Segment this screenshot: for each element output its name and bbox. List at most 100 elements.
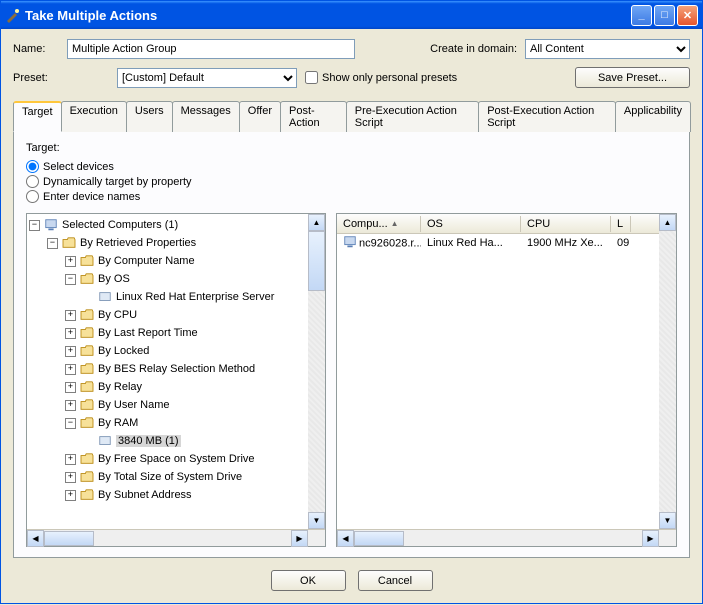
tree-vscroll-thumb[interactable] (308, 231, 325, 291)
tab-messages[interactable]: Messages (172, 101, 240, 132)
expand-icon[interactable]: + (65, 472, 76, 483)
table-row[interactable]: nc926028.r...Linux Red Ha...1900 MHz Xe.… (337, 234, 659, 252)
expand-icon[interactable]: + (65, 454, 76, 465)
tree-node[interactable]: −Selected Computers (1) (29, 216, 306, 234)
collapse-icon[interactable]: − (29, 220, 40, 231)
tab-users[interactable]: Users (126, 101, 173, 132)
folder-icon (79, 469, 95, 485)
target-radio-0[interactable]: Select devices (26, 160, 677, 173)
show-personal-checkbox-input[interactable] (305, 71, 318, 84)
scroll-down-icon[interactable]: ▼ (308, 512, 325, 529)
scroll-right-icon[interactable]: ▶ (291, 530, 308, 547)
tree-node[interactable]: + By Subnet Address (29, 486, 306, 504)
scroll-down-icon[interactable]: ▼ (659, 512, 676, 529)
tree-node[interactable]: +By Relay (29, 378, 306, 396)
tree-node[interactable]: Linux Red Hat Enterprise Server (29, 288, 306, 306)
tab-bar: TargetExecutionUsersMessagesOfferPost-Ac… (13, 101, 690, 132)
expand-icon[interactable]: + (65, 346, 76, 357)
table-hscroll[interactable]: ◀ ▶ (337, 529, 676, 546)
tree-hscroll-thumb[interactable] (44, 531, 94, 546)
tree-hscroll[interactable]: ◀ ▶ (27, 529, 325, 546)
tree-node[interactable]: −By OS (29, 270, 306, 288)
scroll-right-icon[interactable]: ▶ (642, 530, 659, 547)
domain-label: Create in domain: (430, 43, 517, 55)
tree-node-label: By Total Size of System Drive (98, 471, 242, 483)
folder-icon (79, 253, 95, 269)
expand-icon[interactable]: + (65, 256, 76, 267)
preset-select[interactable]: [Custom] Default (117, 68, 297, 88)
target-radio-1[interactable]: Dynamically target by property (26, 175, 677, 188)
computers-icon (43, 217, 59, 233)
tree-node[interactable]: +By Locked (29, 342, 306, 360)
table-cell: nc926028.r... (337, 233, 421, 254)
tree-node[interactable]: + By Total Size of System Drive (29, 468, 306, 486)
preset-label: Preset: (13, 72, 59, 84)
column-header[interactable]: Compu...▲ (337, 216, 421, 232)
expand-icon[interactable]: + (65, 310, 76, 321)
tree-node[interactable]: +By User Name (29, 396, 306, 414)
tree-node-label: By Subnet Address (98, 489, 192, 501)
close-button[interactable]: ✕ (677, 5, 698, 26)
minimize-button[interactable]: _ (631, 5, 652, 26)
computer-tree[interactable]: −Selected Computers (1)−By Retrieved Pro… (27, 214, 308, 506)
window-titlebar: Take Multiple Actions _ □ ✕ (1, 1, 702, 29)
sort-asc-icon: ▲ (391, 219, 399, 228)
tab-post-execution-action-script[interactable]: Post-Execution Action Script (478, 101, 616, 132)
tree-node[interactable]: − By Retrieved Properties (29, 234, 306, 252)
tree-node[interactable]: +By CPU (29, 306, 306, 324)
table-hscroll-thumb[interactable] (354, 531, 404, 546)
tree-node[interactable]: +By BES Relay Selection Method (29, 360, 306, 378)
column-header[interactable]: OS (421, 216, 521, 232)
scroll-up-icon[interactable]: ▲ (659, 214, 676, 231)
expand-icon[interactable]: + (65, 400, 76, 411)
collapse-icon[interactable]: − (65, 274, 76, 285)
collapse-icon[interactable]: − (65, 418, 76, 429)
expand-icon[interactable]: + (65, 382, 76, 393)
domain-select[interactable]: All Content (525, 39, 690, 59)
collapse-icon[interactable]: − (47, 238, 58, 249)
tab-execution[interactable]: Execution (61, 101, 127, 132)
tab-applicability[interactable]: Applicability (615, 101, 691, 132)
table-body[interactable]: nc926028.r...Linux Red Ha...1900 MHz Xe.… (337, 234, 659, 529)
scroll-left-icon[interactable]: ◀ (27, 530, 44, 547)
tree-node-label: By Retrieved Properties (80, 237, 196, 249)
cancel-button[interactable]: Cancel (358, 570, 433, 591)
table-vscroll[interactable]: ▲ ▼ (659, 214, 676, 529)
target-radio-2[interactable]: Enter device names (26, 190, 677, 203)
tree-node[interactable]: +By Free Space on System Drive (29, 450, 306, 468)
save-preset-button[interactable]: Save Preset... (575, 67, 690, 88)
target-heading: Target: (26, 142, 677, 154)
window-title: Take Multiple Actions (25, 8, 629, 23)
ok-button[interactable]: OK (271, 570, 346, 591)
folder-icon (79, 361, 95, 377)
scroll-left-icon[interactable]: ◀ (337, 530, 354, 547)
tree-node-label: Linux Red Hat Enterprise Server (116, 291, 274, 303)
tab-offer[interactable]: Offer (239, 101, 281, 132)
tree-node[interactable]: +By Last Report Time (29, 324, 306, 342)
leaf-icon (97, 289, 113, 305)
folder-icon (79, 271, 95, 287)
folder-icon (79, 415, 95, 431)
tree-node[interactable]: 3840 MB (1) (29, 432, 306, 450)
folder-icon (79, 379, 95, 395)
table-cell: 09 (611, 235, 631, 251)
tree-vscroll[interactable]: ▲ ▼ (308, 214, 325, 529)
tree-node[interactable]: −By RAM (29, 414, 306, 432)
expand-icon[interactable]: + (65, 364, 76, 375)
maximize-button[interactable]: □ (654, 5, 675, 26)
tab-post-action[interactable]: Post-Action (280, 101, 347, 132)
computer-icon (343, 240, 357, 252)
name-input[interactable] (67, 39, 355, 59)
column-header[interactable]: L (611, 216, 631, 232)
tree-node-label: By Computer Name (98, 255, 195, 267)
folder-icon (79, 451, 95, 467)
table-header[interactable]: Compu...▲OSCPUL (337, 214, 659, 234)
tab-pre-execution-action-script[interactable]: Pre-Execution Action Script (346, 101, 479, 132)
show-personal-checkbox[interactable]: Show only personal presets (305, 71, 457, 84)
expand-icon[interactable]: + (65, 490, 76, 501)
expand-icon[interactable]: + (65, 328, 76, 339)
tab-target[interactable]: Target (13, 101, 62, 132)
tree-node[interactable]: + By Computer Name (29, 252, 306, 270)
scroll-up-icon[interactable]: ▲ (308, 214, 325, 231)
column-header[interactable]: CPU (521, 216, 611, 232)
